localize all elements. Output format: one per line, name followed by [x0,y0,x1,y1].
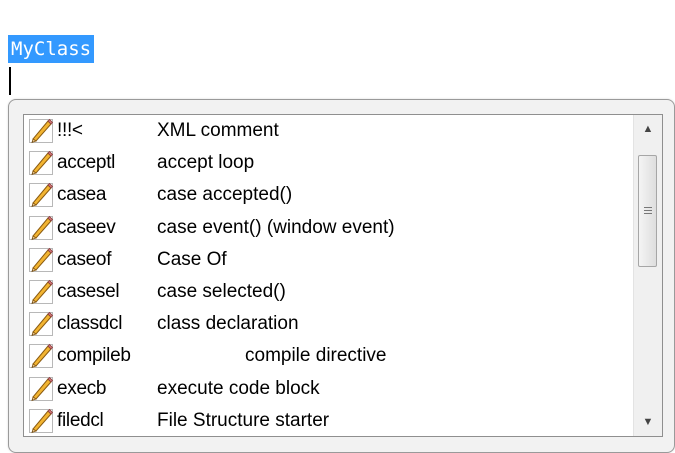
selected-class-name[interactable]: MyClass [8,35,95,63]
thumb-grip-line [644,210,652,211]
completion-key: casea [57,184,107,206]
completion-description: XML comment [157,120,279,141]
completion-item[interactable]: execb execute code block [24,373,632,405]
pencil-icon [28,343,54,369]
vertical-scrollbar[interactable]: ▲ ▼ [633,115,662,436]
completion-description: compile directive [245,345,387,367]
completion-description: case event() (window event) [157,216,395,238]
pencil-icon [28,311,54,337]
completion-key: filedcl [57,409,104,431]
completion-key: execb [57,377,107,399]
completion-item[interactable]: classdcl class declaration [24,308,632,340]
completion-key: classdcl [57,313,123,335]
completion-item[interactable]: acceptl accept loop [24,147,632,179]
thumb-grip-line [644,213,652,214]
scroll-down-button[interactable]: ▼ [634,408,662,436]
pencil-icon [28,247,54,273]
completion-item[interactable]: casesel case selected() [24,276,632,308]
completion-item[interactable]: caseof Case Of [24,244,632,276]
completion-key: acceptl [57,152,116,174]
scroll-thumb[interactable] [638,155,657,267]
completion-item[interactable]: casea case accepted() [24,179,632,211]
completion-key: !!!< [57,120,83,141]
autocomplete-popup: !!!< XML comment acceptl accept loop casea ca… [8,99,675,453]
completion-key: compileb [57,345,131,367]
pencil-icon [28,215,54,241]
pencil-icon [28,182,54,208]
completion-item[interactable]: filedcl File Structure starter [24,405,632,436]
text-caret [9,67,11,95]
pencil-icon [28,279,54,305]
completion-description: accept loop [157,152,255,174]
thumb-grip-line [644,207,652,208]
completion-item[interactable]: caseev case event() (window event) [24,212,632,244]
completion-key: caseev [57,216,116,238]
completion-item[interactable]: !!!< XML comment [24,115,632,147]
completion-listbox[interactable]: !!!< XML comment acceptl accept loop casea ca… [23,114,663,437]
completion-items: !!!< XML comment acceptl accept loop casea ca… [24,115,632,436]
completion-description: Case Of [157,248,227,270]
pencil-icon [28,150,54,176]
completion-description: class declaration [157,313,299,335]
completion-key: casesel [57,280,120,302]
completion-description: case selected() [157,280,286,302]
scroll-up-button[interactable]: ▲ [634,115,662,143]
completion-item[interactable]: compileb compile directive [24,340,632,372]
completion-description: case accepted() [157,184,293,206]
completion-description: execute code block [157,377,320,399]
pencil-icon [28,376,54,402]
pencil-icon [28,118,54,144]
pencil-icon [28,408,54,434]
completion-description: File Structure starter [157,409,330,431]
completion-key: caseof [57,248,112,270]
